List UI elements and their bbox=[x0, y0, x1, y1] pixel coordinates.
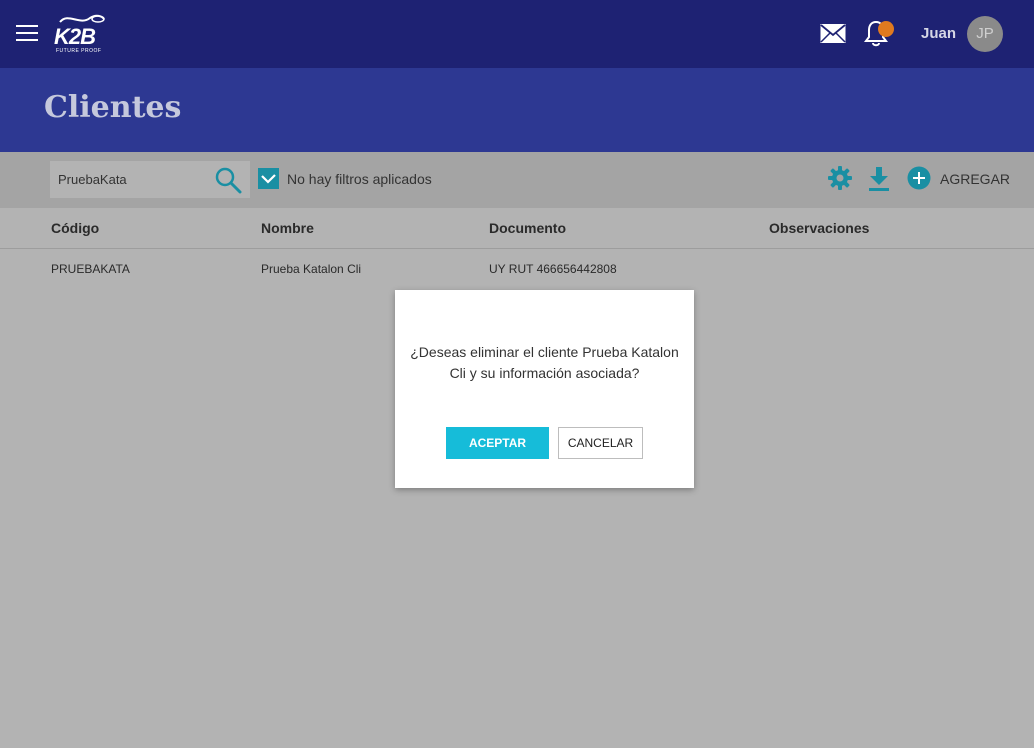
column-header-documento[interactable]: Documento bbox=[489, 220, 566, 236]
download-icon[interactable] bbox=[868, 166, 890, 192]
logo-text: K2B bbox=[54, 24, 96, 49]
user-name[interactable]: Juan bbox=[921, 25, 956, 42]
column-header-observaciones[interactable]: Observaciones bbox=[769, 220, 869, 236]
column-header-nombre[interactable]: Nombre bbox=[261, 220, 314, 236]
page-title: Clientes bbox=[44, 90, 182, 125]
column-header-codigo[interactable]: Código bbox=[51, 220, 99, 236]
delete-confirmation-dialog: ¿Deseas eliminar el cliente Prueba Katal… bbox=[395, 290, 694, 488]
cell-codigo[interactable]: PRUEBAKATA bbox=[51, 262, 130, 276]
hamburger-menu-icon[interactable] bbox=[16, 25, 38, 43]
table-header-divider bbox=[0, 248, 1034, 249]
mail-icon[interactable] bbox=[820, 23, 846, 44]
settings-gear-icon[interactable] bbox=[827, 165, 853, 191]
filter-status-label: No hay filtros aplicados bbox=[287, 171, 432, 187]
user-avatar[interactable]: JP bbox=[967, 16, 1003, 52]
dialog-message: ¿Deseas eliminar el cliente Prueba Katal… bbox=[410, 344, 679, 381]
search-input[interactable] bbox=[58, 172, 208, 187]
notification-badge bbox=[878, 21, 894, 37]
filter-checkbox[interactable] bbox=[258, 168, 279, 189]
cancel-button[interactable]: CANCELAR bbox=[558, 427, 643, 459]
cell-nombre[interactable]: Prueba Katalon Cli bbox=[261, 262, 361, 276]
add-circle-icon[interactable] bbox=[907, 166, 931, 190]
add-button-label[interactable]: AGREGAR bbox=[940, 171, 1010, 187]
k2b-logo[interactable]: K2B FUTURE PROOF bbox=[54, 12, 110, 58]
accept-button[interactable]: ACEPTAR bbox=[446, 427, 549, 459]
logo-tagline: FUTURE PROOF bbox=[56, 48, 102, 54]
cell-documento[interactable]: UY RUT 466656442808 bbox=[489, 262, 617, 276]
search-icon[interactable] bbox=[214, 166, 242, 194]
